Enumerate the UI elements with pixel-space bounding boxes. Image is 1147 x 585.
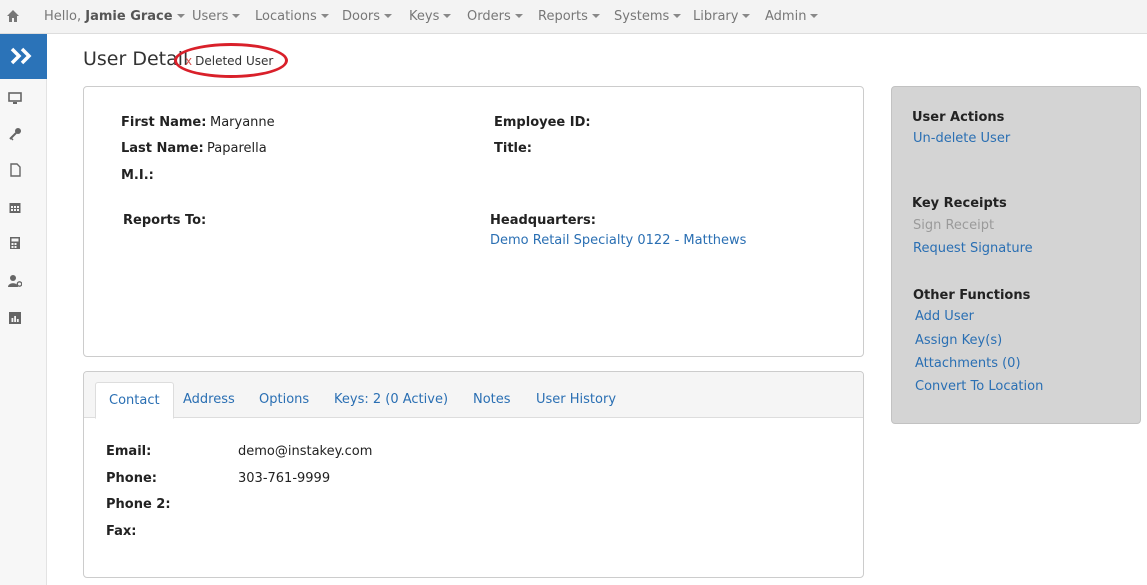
chevron-down-icon xyxy=(742,14,751,18)
tab-address[interactable]: Address xyxy=(183,382,235,418)
user-actions-panel: User Actions Un-delete User Key Receipts… xyxy=(891,86,1141,424)
headquarters-label: Headquarters: xyxy=(490,213,596,228)
attachments-link[interactable]: Attachments (0) xyxy=(915,356,1021,371)
user-actions-heading: User Actions xyxy=(912,110,1005,125)
sign-receipt-link: Sign Receipt xyxy=(913,218,995,233)
title-label: Title: xyxy=(494,141,533,156)
email-label: Email: xyxy=(106,444,152,459)
phone2-label: Phone 2: xyxy=(106,497,171,512)
calendar-icon[interactable] xyxy=(8,200,22,214)
convert-to-location-link[interactable]: Convert To Location xyxy=(915,379,1043,394)
tab-user-history[interactable]: User History xyxy=(536,382,616,418)
chevron-down-icon xyxy=(176,14,185,18)
employee-id-label: Employee ID: xyxy=(494,115,591,130)
nav-admin[interactable]: Admin xyxy=(765,9,819,24)
user-details-panel: First Name: Maryanne Last Name: Paparell… xyxy=(83,86,864,357)
tab-keys[interactable]: Keys: 2 (0 Active) xyxy=(334,382,448,418)
chevron-down-icon xyxy=(591,14,600,18)
user-name: Jamie Grace xyxy=(85,9,173,24)
chevron-down-icon xyxy=(384,14,393,18)
home-icon[interactable] xyxy=(6,9,20,23)
last-name-value: Paparella xyxy=(207,141,267,156)
assign-keys-link[interactable]: Assign Key(s) xyxy=(915,333,1002,348)
nav-locations[interactable]: Locations xyxy=(255,9,329,24)
nav-orders[interactable]: Orders xyxy=(467,9,523,24)
user-settings-icon[interactable] xyxy=(8,274,22,288)
reports-to-label: Reports To: xyxy=(123,213,207,228)
page-title: User Detail xyxy=(83,48,189,70)
request-signature-link[interactable]: Request Signature xyxy=(913,241,1033,256)
chevron-down-icon xyxy=(232,14,241,18)
greeting-text: Hello, xyxy=(44,9,82,24)
double-chevron-right-icon xyxy=(10,47,32,65)
user-menu[interactable]: Hello, Jamie Grace xyxy=(44,9,185,24)
middle-initial-label: M.I.: xyxy=(121,168,154,183)
other-functions-heading: Other Functions xyxy=(913,288,1031,303)
tab-bar: Contact Address Options Keys: 2 (0 Activ… xyxy=(84,372,863,419)
phone-value: 303-761-9999 xyxy=(238,471,331,486)
first-name-value: Maryanne xyxy=(210,115,275,130)
headquarters-link[interactable]: Demo Retail Specialty 0122 - Matthews xyxy=(490,233,746,248)
first-name-label: First Name: xyxy=(121,115,207,130)
tab-contact[interactable]: Contact xyxy=(95,382,174,419)
undelete-user-link[interactable]: Un-delete User xyxy=(913,131,1010,146)
nav-keys[interactable]: Keys xyxy=(409,9,452,24)
top-navbar: Hello, Jamie Grace Users Locations Doors… xyxy=(0,0,1147,34)
nav-doors[interactable]: Doors xyxy=(342,9,393,24)
chevron-down-icon xyxy=(810,14,819,18)
email-value: demo@instakey.com xyxy=(238,444,373,459)
chevron-down-icon xyxy=(673,14,682,18)
key-icon[interactable] xyxy=(8,127,22,141)
chevron-down-icon xyxy=(443,14,452,18)
highlight-annotation xyxy=(174,43,288,78)
key-receipts-heading: Key Receipts xyxy=(912,196,1007,211)
sidebar xyxy=(0,34,47,585)
calculator-icon[interactable] xyxy=(8,236,22,250)
nav-reports[interactable]: Reports xyxy=(538,9,600,24)
fax-label: Fax: xyxy=(106,524,137,539)
last-name-label: Last Name: xyxy=(121,141,204,156)
user-tabs-panel: Contact Address Options Keys: 2 (0 Activ… xyxy=(83,371,864,578)
nav-systems[interactable]: Systems xyxy=(614,9,682,24)
chart-icon[interactable] xyxy=(8,311,22,325)
tab-options[interactable]: Options xyxy=(259,382,309,418)
tab-notes[interactable]: Notes xyxy=(473,382,511,418)
sidebar-toggle-button[interactable] xyxy=(0,34,47,79)
nav-library[interactable]: Library xyxy=(693,9,751,24)
document-icon[interactable] xyxy=(8,163,22,177)
add-user-link[interactable]: Add User xyxy=(915,309,974,324)
phone-label: Phone: xyxy=(106,471,157,486)
monitor-icon[interactable] xyxy=(8,91,22,105)
nav-users[interactable]: Users xyxy=(192,9,241,24)
chevron-down-icon xyxy=(514,14,523,18)
chevron-down-icon xyxy=(320,14,329,18)
